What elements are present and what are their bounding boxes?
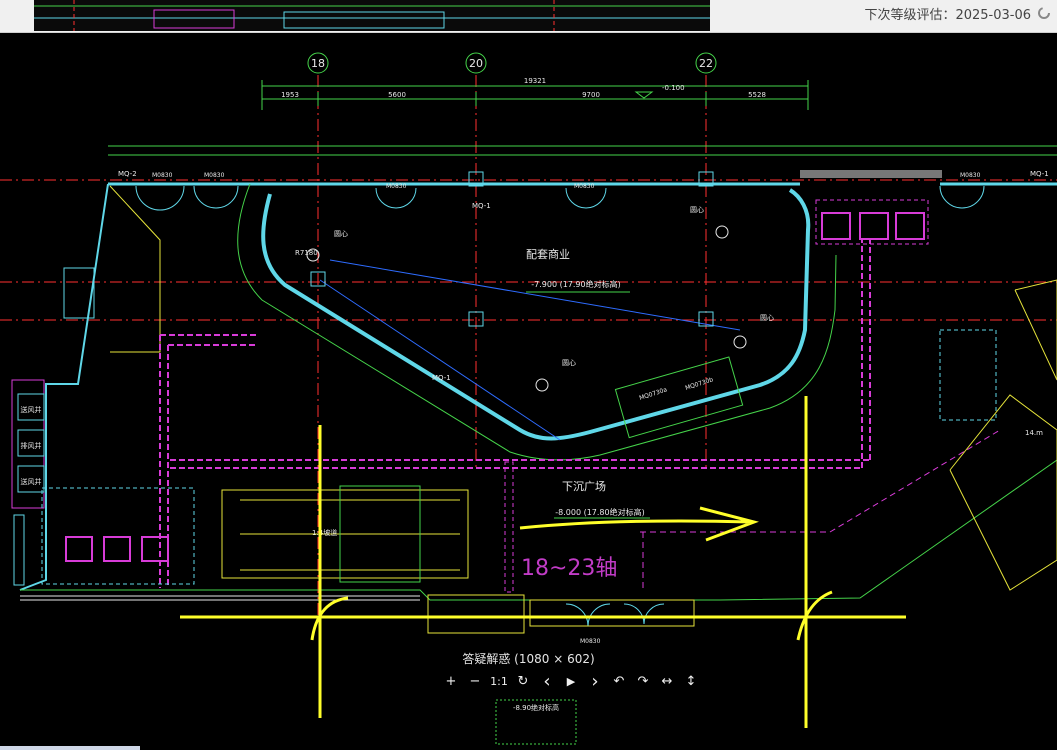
loading-spinner-icon: [1038, 7, 1050, 19]
wall-tag-4: MQ-1: [432, 374, 451, 382]
rotate-left-icon[interactable]: ↶: [608, 671, 630, 691]
door-tag-2: M0830: [204, 172, 225, 179]
center-note-3: 圆心: [760, 314, 774, 322]
zoom-out-button[interactable]: −: [464, 671, 486, 691]
room-label: 配套商业: [526, 247, 570, 261]
door-tag-4: M0830: [574, 183, 595, 190]
play-icon[interactable]: ▶: [560, 671, 582, 691]
axis-label-18: 18: [311, 57, 325, 70]
preview-thumbnail[interactable]: [34, 0, 710, 31]
dimension-2: 5600: [388, 91, 406, 99]
grid-lines: [0, 75, 1057, 620]
thumbnail-drawing: [34, 0, 710, 31]
fit-height-icon[interactable]: ↕: [680, 671, 702, 691]
door-tag-1: M0830: [152, 172, 173, 179]
wall-tag-1: MQ-2: [118, 170, 137, 178]
center-note-4: 圆心: [562, 359, 576, 367]
bottom-level-tag: -8.90绝对标高: [513, 703, 559, 712]
image-caption: 答疑解惑 (1080 × 602): [462, 652, 595, 666]
level-tag-top: -0.100: [662, 84, 685, 92]
axis-label-20: 20: [469, 57, 483, 70]
zoom-in-button[interactable]: +: [440, 671, 462, 691]
refresh-icon[interactable]: ↻: [512, 671, 534, 691]
axis-label-22: 22: [699, 57, 713, 70]
rotate-right-icon[interactable]: ↷: [632, 671, 654, 691]
side-rooms: 送风井 排风井 送风井: [11, 185, 161, 586]
center-note-1: 圆心: [334, 230, 348, 238]
top-bar: 下次等级评估：2025-03-06: [0, 0, 1057, 33]
radius-label: R7180: [295, 249, 318, 257]
wall-tag-3: MQ-1: [1030, 170, 1049, 178]
side-room-3: 送风井: [21, 477, 42, 486]
actual-size-button[interactable]: 1:1: [488, 671, 510, 691]
dimension-1: 1953: [281, 91, 299, 99]
prev-image-icon[interactable]: ‹: [536, 671, 558, 692]
total-dimension: 19321: [524, 77, 546, 85]
side-room-1: 送风井: [21, 405, 42, 414]
center-note-2: 圆心: [690, 206, 704, 214]
door-tag-7: MQ0730a: [638, 386, 668, 402]
next-evaluation-status: 下次等级评估：2025-03-06: [864, 8, 1031, 23]
dimension-4: 5528: [748, 91, 766, 99]
outer-boundary: [19, 145, 1057, 601]
escalator-area: 1:4坡道 14.m: [41, 279, 1057, 591]
side-room-2: 排风井: [21, 441, 42, 450]
axis-bubbles: 18 20 22: [307, 52, 717, 74]
dimension-lines: 19321 1953 5600 9700 5528 -0.100: [261, 77, 809, 110]
axis-range-annotation: 18~23轴: [521, 556, 617, 581]
dimension-3: 9700: [582, 91, 600, 99]
right-level-label: 14.m: [1025, 429, 1043, 437]
bottom-strip: [0, 746, 140, 750]
plaza-elevation: -8.000 (17.80绝对标高): [555, 507, 644, 517]
next-image-icon[interactable]: ›: [584, 671, 606, 692]
wall-tag-2: MQ-1: [472, 202, 491, 210]
door-tag-6: M0830: [580, 638, 601, 645]
door-tag-3: M0830: [386, 183, 407, 190]
plaza-label: 下沉广场: [562, 479, 606, 493]
door-tag-8: MQ0730b: [684, 376, 714, 392]
commercial-room-outline: 配套商业 -7.900 (17.90绝对标高) R7180 圆心 圆心 圆心 圆…: [237, 171, 837, 461]
cad-drawing-viewer[interactable]: 18 20 22 19321 1953 5600 9700 5528 -0.10…: [0, 32, 1057, 750]
fit-width-icon[interactable]: ↔: [656, 671, 678, 691]
viewer-toolbar: + − 1:1 ↻ ‹ ▶ › ↶ ↷ ↔ ↕: [440, 671, 702, 692]
door-tag-5: M0830: [960, 172, 981, 179]
room-elevation: -7.900 (17.90绝对标高): [531, 279, 620, 289]
ramp-note: 1:4坡道: [312, 528, 337, 537]
